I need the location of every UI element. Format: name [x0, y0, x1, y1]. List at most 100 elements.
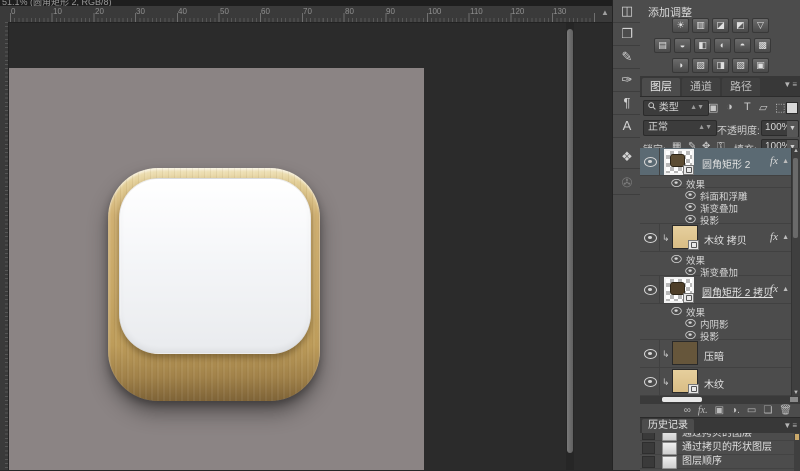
tool-presets-icon[interactable]: ✑ — [613, 69, 641, 92]
layer-row-rounded-rect-2[interactable]: 圆角矩形 2 fx ▲ — [640, 148, 792, 176]
eye-icon[interactable] — [671, 255, 681, 263]
history-item-layer-order[interactable]: 图层顺序 — [640, 455, 800, 469]
new-adjustment-icon[interactable]: ◑. — [731, 405, 740, 417]
layer-name[interactable]: 木纹 — [704, 376, 724, 391]
effect-row-gradient-overlay[interactable]: 渐变叠加 — [640, 264, 792, 276]
eye-icon[interactable] — [685, 319, 695, 327]
invert-icon[interactable]: ◑ — [672, 58, 689, 73]
layer-name[interactable]: 压暗 — [704, 348, 724, 363]
properties-icon[interactable]: ◫ — [613, 0, 641, 23]
threshold-icon[interactable]: ◨ — [712, 58, 729, 73]
gradient-map-icon[interactable]: ▧ — [732, 58, 749, 73]
color-lookup-icon[interactable]: ▩ — [754, 38, 771, 53]
eye-icon[interactable] — [685, 215, 695, 223]
eye-icon[interactable] — [671, 179, 681, 187]
layer-thumbnail[interactable] — [664, 149, 694, 175]
character-icon[interactable]: A — [613, 115, 641, 138]
hue-saturation-icon[interactable]: ▤ — [654, 38, 671, 53]
channel-mixer-icon[interactable]: ◓ — [734, 38, 751, 53]
horizontal-ruler[interactable]: 0 10 20 30 40 50 60 70 80 90 100 110 120… — [0, 6, 612, 23]
effects-header-row[interactable]: 效果 — [640, 176, 792, 188]
layer-name[interactable]: 木纹 拷贝 — [704, 232, 747, 247]
vertical-ruler[interactable] — [0, 22, 9, 470]
new-layer-icon[interactable]: ❏ — [763, 405, 772, 417]
layers-scrollbar-thumb[interactable] — [793, 158, 798, 238]
layers-hscroll-box[interactable] — [790, 397, 798, 402]
visibility-well[interactable] — [640, 148, 660, 175]
collapse-effects-icon[interactable]: ▲ — [782, 234, 789, 241]
eye-icon[interactable] — [644, 157, 657, 167]
layer-filter-type-dropdown[interactable]: 类型 ▲▼ — [643, 100, 709, 116]
levels-icon[interactable]: ▥ — [692, 18, 709, 33]
effect-row-gradient-overlay[interactable]: 渐变叠加 — [640, 200, 792, 211]
canvas-scrollbar-thumb[interactable] — [567, 29, 573, 453]
layer-row-rounded-rect-2-copy[interactable]: 圆角矩形 2 拷贝 fx ▲ — [640, 276, 792, 304]
eye-icon[interactable] — [685, 331, 695, 339]
layers-hscroll-thumb[interactable] — [662, 397, 702, 402]
history-item-label[interactable]: 图层顺序 — [682, 455, 722, 468]
layer-name[interactable]: 圆角矩形 2 — [702, 156, 750, 171]
layers-panel-menu-icon[interactable]: ▼≡ — [783, 80, 798, 89]
history-item-shape-via-copy[interactable]: 通过拷贝的形状图层 — [640, 441, 800, 455]
color-balance-icon[interactable]: ◒ — [674, 38, 691, 53]
brightness-contrast-icon[interactable]: ☀ — [672, 18, 689, 33]
collapse-effects-icon[interactable]: ▲ — [782, 286, 789, 293]
layer-name[interactable]: 圆角矩形 2 拷贝 — [702, 284, 773, 299]
eye-icon[interactable] — [671, 307, 681, 315]
black-white-icon[interactable]: ◧ — [694, 38, 711, 53]
clone-source-icon[interactable]: ❐ — [613, 23, 641, 46]
effects-header-row[interactable]: 效果 — [640, 304, 792, 315]
layer-thumbnail[interactable] — [672, 369, 698, 393]
opacity-stepper[interactable]: ▼ — [787, 120, 799, 138]
eye-icon[interactable] — [644, 349, 657, 359]
eye-icon[interactable] — [685, 267, 695, 275]
effect-row-inner-shadow[interactable]: 内阴影 — [640, 316, 792, 327]
effect-row-bevel-emboss[interactable]: 斜面和浮雕 — [640, 188, 792, 199]
3d-icon[interactable]: ❖ — [613, 146, 641, 169]
layer-row-darken[interactable]: ↳ 压暗 — [640, 340, 792, 368]
ruler-scroll-arrow[interactable]: ▲ — [598, 6, 612, 22]
add-mask-icon[interactable]: ▣ — [715, 405, 724, 417]
filter-pixel-icon[interactable]: ▣ — [708, 101, 718, 114]
tab-layers[interactable]: 图层 — [642, 78, 680, 96]
brush-icon[interactable]: ✎ — [613, 46, 641, 69]
layer-thumbnail[interactable] — [672, 225, 698, 249]
new-group-icon[interactable]: ▭ — [747, 405, 756, 417]
history-item-partial[interactable]: 通过拷贝的图层 — [640, 433, 800, 441]
history-item-label[interactable]: 通过拷贝的图层 — [682, 433, 752, 440]
blend-mode-dropdown[interactable]: 正常 ▲▼ — [643, 120, 717, 136]
curves-icon[interactable]: ◪ — [712, 18, 729, 33]
tab-paths[interactable]: 路径 — [722, 78, 760, 96]
visibility-well[interactable] — [640, 276, 660, 303]
history-scrollbar[interactable] — [794, 433, 800, 471]
vibrance-icon[interactable]: ▽ — [752, 18, 769, 33]
visibility-well[interactable] — [640, 224, 660, 251]
tab-channels[interactable]: 通道 — [682, 78, 720, 96]
filter-shape-icon[interactable]: ▱ — [759, 101, 767, 114]
paragraph-icon[interactable]: ¶ — [613, 92, 641, 115]
filter-type-icon[interactable]: T — [744, 101, 751, 113]
layer-thumbnail[interactable] — [672, 341, 698, 365]
selective-color-icon[interactable]: ▣ — [752, 58, 769, 73]
layers-horizontal-scrollbar[interactable] — [640, 396, 800, 403]
history-panel-menu-icon[interactable]: ▼≡ — [783, 421, 798, 430]
layers-vertical-scrollbar[interactable]: ▲ ▼ — [791, 148, 800, 396]
eye-icon[interactable] — [644, 233, 657, 243]
filter-toggle-button[interactable] — [786, 102, 798, 114]
link-layers-icon[interactable]: ∞ — [684, 405, 691, 417]
history-source-well[interactable] — [642, 456, 655, 468]
layer-style-icon[interactable]: fx. — [698, 405, 708, 417]
eye-icon[interactable] — [644, 377, 657, 387]
history-source-well[interactable] — [642, 433, 655, 440]
delete-layer-icon[interactable]: 🗑 — [779, 405, 792, 417]
layer-row-wood[interactable]: ↳ 木纹 — [640, 368, 792, 396]
exposure-icon[interactable]: ◩ — [732, 18, 749, 33]
eye-icon[interactable] — [685, 203, 695, 211]
fx-icon[interactable]: fx — [770, 231, 778, 243]
posterize-icon[interactable]: ▨ — [692, 58, 709, 73]
photo-filter-icon[interactable]: ◐ — [714, 38, 731, 53]
network-icon[interactable]: ✇ — [613, 172, 641, 195]
effect-row-drop-shadow[interactable]: 投影 — [640, 212, 792, 224]
effect-row-drop-shadow[interactable]: 投影 — [640, 328, 792, 340]
filter-smart-object-icon[interactable]: ⬚ — [775, 101, 785, 114]
